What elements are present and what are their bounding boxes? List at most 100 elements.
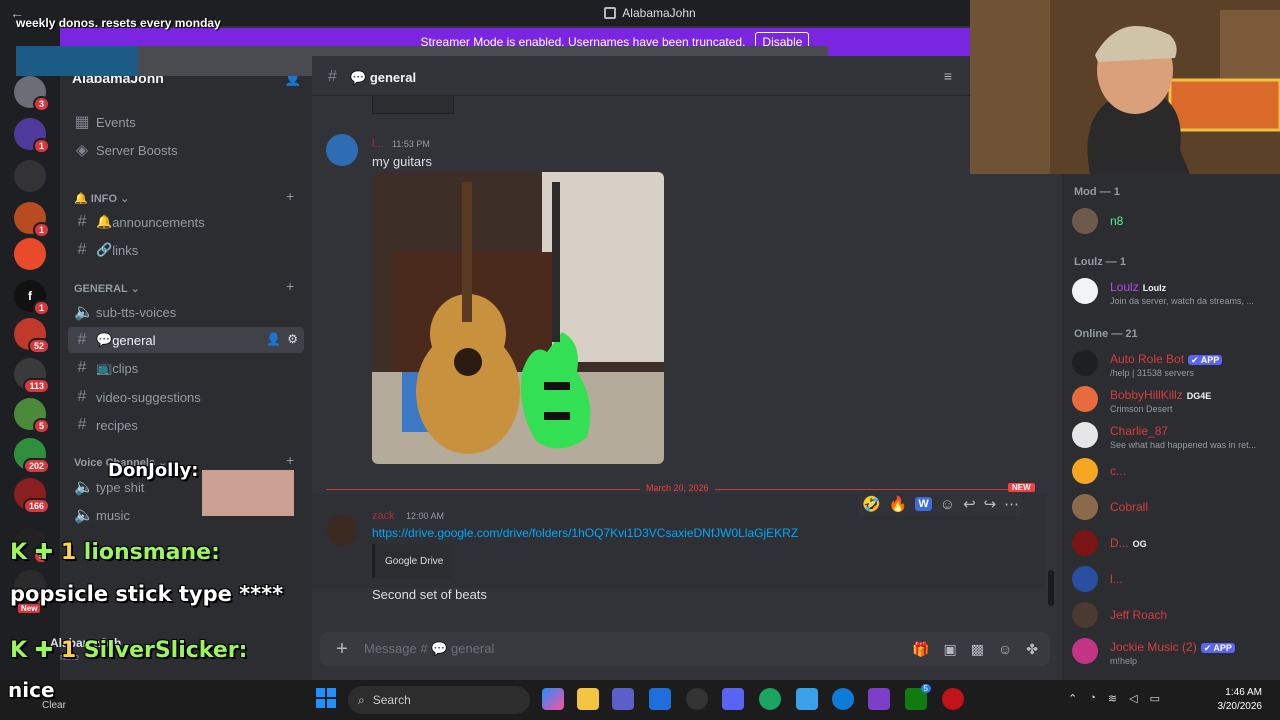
avatar[interactable] — [326, 134, 358, 166]
member-item[interactable]: n8 — [1072, 206, 1272, 242]
link-embed[interactable]: Google Drive — [372, 544, 452, 578]
wifi-icon[interactable]: ≋ — [1108, 692, 1117, 705]
server-icon[interactable]: 3 — [14, 76, 50, 112]
taskbar-search[interactable]: ⌕ Search — [348, 686, 530, 714]
member-item[interactable]: Charlie_87 See what had happened was in r… — [1072, 420, 1272, 456]
overlay-message: popsicle stick type **** — [10, 582, 284, 606]
hash-icon: # — [328, 68, 337, 85]
message-input[interactable]: Message # 💬 general — [364, 641, 912, 657]
overlay-badge-icon: K ✚ — [10, 638, 61, 663]
channel-clips[interactable]: # 📺 clips — [68, 355, 304, 381]
chat-scrollbar[interactable] — [1048, 570, 1054, 606]
clock[interactable]: 1:46 AM 3/20/2026 — [1214, 686, 1263, 714]
copilot-icon[interactable] — [542, 688, 564, 710]
edge-icon[interactable] — [832, 688, 854, 710]
category-info[interactable]: 🔔 INFO ⌄ — [74, 192, 129, 205]
forward-icon[interactable]: ↪ — [984, 495, 997, 513]
member-tag: Loulz — [1142, 283, 1167, 293]
chevron-up-icon[interactable]: ⌃ — [1068, 692, 1077, 705]
add-channel-icon[interactable]: + — [286, 188, 294, 204]
app-icon[interactable] — [796, 688, 818, 710]
xbox-icon[interactable]: 5 — [905, 684, 931, 710]
teams-icon[interactable] — [612, 688, 634, 710]
server-icon[interactable]: 5 — [14, 398, 50, 434]
member-item[interactable]: D... OG — [1072, 528, 1272, 564]
mention-badge: 113 — [23, 378, 50, 394]
attach-plus-icon[interactable]: + — [320, 638, 364, 661]
chrome-icon[interactable] — [759, 688, 781, 710]
username-truncated[interactable]: l... — [372, 138, 384, 150]
discord-taskbar-icon[interactable] — [722, 688, 744, 710]
hash-icon: # — [77, 241, 87, 258]
more-icon[interactable]: ⋯ — [1004, 495, 1019, 513]
channel-sub-tts-voices[interactable]: 🔈 sub-tts-voices — [68, 299, 304, 325]
channel-video-suggestions[interactable]: # video-suggestions — [68, 384, 304, 410]
member-item[interactable]: Jeff Roach — [1072, 600, 1272, 636]
server-icon[interactable]: 113 — [14, 358, 50, 394]
apps-icon[interactable]: ✤ — [1026, 641, 1038, 658]
fire-emoji-icon[interactable]: 🔥 — [889, 495, 908, 513]
volume-icon[interactable]: ◁ — [1129, 692, 1137, 705]
sidebar-item-events[interactable]: ▦ Events — [68, 109, 304, 135]
category-general[interactable]: GENERAL ⌄ — [74, 282, 140, 295]
w-emoji-icon[interactable]: W — [915, 497, 932, 511]
member-name-text: D... — [1110, 536, 1129, 550]
server-icon[interactable]: 1 — [14, 118, 50, 154]
member-name: Charlie_87 — [1110, 424, 1168, 438]
channel-links[interactable]: # 🔗 links — [68, 237, 304, 263]
server-icon[interactable] — [14, 238, 46, 270]
add-channel-icon[interactable]: + — [286, 452, 294, 468]
message-timestamp: 12:00 AM — [406, 511, 445, 521]
add-reaction-icon[interactable]: ☺ — [940, 496, 955, 513]
rofl-emoji-icon[interactable]: 🤣 — [862, 495, 881, 513]
channel-recipes[interactable]: # recipes — [68, 412, 304, 438]
speaker-icon: 🔈 — [74, 479, 94, 496]
member-item[interactable]: Loulz Loulz Join da server, watch da strea… — [1072, 276, 1272, 312]
image-attachment[interactable] — [372, 172, 664, 464]
server-icon[interactable]: 166 — [14, 478, 50, 514]
add-channel-icon[interactable]: + — [286, 278, 294, 294]
start-button[interactable] — [316, 688, 336, 708]
member-status: /help | 31538 servers — [1110, 368, 1194, 378]
battery-icon[interactable]: ▭ — [1150, 692, 1160, 705]
webcam-video — [970, 0, 1280, 174]
reply-icon[interactable]: ↩ — [963, 495, 976, 513]
network-icon[interactable]: ◔ — [1089, 692, 1096, 705]
member-item[interactable]: l... — [1072, 564, 1272, 600]
member-item[interactable]: Auto Role Bot ✔ APP/help | 31538 servers — [1072, 348, 1272, 384]
overlay-partial-name: DonJolly: — [108, 460, 199, 481]
message-link[interactable]: https://drive.google.com/drive/folders/1… — [372, 526, 798, 540]
gear-icon[interactable]: ⚙ — [287, 332, 298, 346]
server-icon[interactable]: 52 — [14, 318, 50, 354]
channel-general[interactable]: # 💬 general 👤 ⚙ — [68, 327, 304, 353]
member-name-text: BobbyHillKillz — [1110, 388, 1183, 402]
file-explorer-icon[interactable] — [577, 688, 599, 710]
obs-icon[interactable] — [686, 688, 708, 710]
member-item[interactable]: Cobrall — [1072, 492, 1272, 528]
server-icon[interactable] — [14, 160, 46, 192]
app-icon[interactable] — [868, 688, 890, 710]
member-name-text: Jeff Roach — [1110, 608, 1168, 622]
invite-icon[interactable]: 👤 — [266, 332, 281, 346]
server-icon[interactable]: f1 — [14, 280, 50, 316]
sticker-icon[interactable]: ▩ — [971, 641, 984, 658]
avatar[interactable] — [326, 514, 358, 546]
member-item[interactable]: BobbyHillKillz DG4E Crimson Desert — [1072, 384, 1272, 420]
hash-icon: # — [77, 416, 87, 433]
avatar — [1072, 350, 1098, 376]
gift-icon[interactable]: 🎁 — [912, 641, 929, 658]
channel-announcements[interactable]: # 🔔 announcements — [68, 209, 304, 235]
app-icon[interactable] — [942, 688, 964, 710]
emoji-icon[interactable]: ☺ — [998, 641, 1012, 658]
app-icon — [604, 7, 617, 19]
sidebar-item-server-boosts[interactable]: ◈ Server Boosts — [68, 137, 304, 163]
server-icon[interactable]: 1 — [14, 202, 50, 238]
message-composer[interactable]: + Message # 💬 general 🎁 ▣ ▩ ☺ ✤ — [320, 632, 1050, 666]
threads-icon[interactable]: ≡ — [944, 68, 952, 84]
gif-icon[interactable]: ▣ — [944, 641, 957, 658]
member-item[interactable]: c... — [1072, 456, 1272, 492]
store-icon[interactable] — [649, 688, 671, 710]
member-item[interactable]: Jockie Music (2) ✔ APP m!help — [1072, 636, 1272, 672]
server-icon[interactable]: 202 — [14, 438, 50, 474]
username[interactable]: zack — [372, 510, 395, 522]
